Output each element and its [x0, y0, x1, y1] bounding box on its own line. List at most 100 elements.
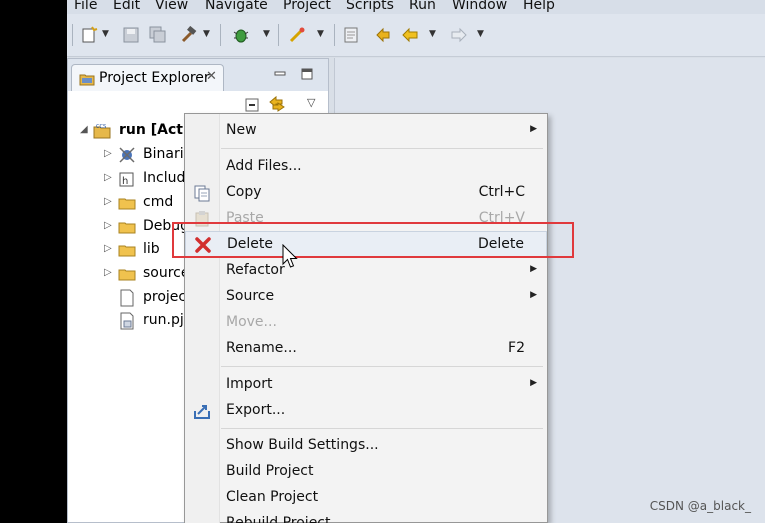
menu-scripts[interactable]: Scripts — [346, 0, 394, 14]
menu-item-move[interactable]: Move... — [185, 310, 547, 336]
debug-dropdown-icon[interactable]: ▼ — [263, 29, 270, 39]
menu-item-export[interactable]: Export... — [185, 398, 547, 424]
view-menu-icon[interactable]: ▽ — [307, 96, 315, 109]
tree-item-label: Includ — [143, 170, 186, 186]
menu-view[interactable]: View — [155, 0, 188, 14]
menu-item-paste[interactable]: Paste Ctrl+V — [185, 206, 547, 232]
build-hammer-icon[interactable] — [180, 26, 198, 44]
tree-item-label: cmd — [143, 194, 174, 210]
minimize-icon[interactable] — [274, 68, 286, 84]
menu-item-source[interactable]: Source ▶ — [185, 284, 547, 310]
menu-item-shortcut: Ctrl+V — [478, 210, 525, 226]
collapsed-arrow-icon[interactable]: ▷ — [104, 220, 112, 231]
menu-item-label: Build Project — [226, 463, 314, 479]
menu-item-label: Paste — [226, 210, 264, 226]
toolbar-separator — [334, 24, 335, 46]
ccs-project-icon: CCS — [93, 122, 111, 140]
flash-icon[interactable] — [288, 26, 306, 44]
menu-item-label: Add Files... — [226, 158, 302, 174]
submenu-arrow-icon: ▶ — [530, 264, 537, 274]
tree-item-label: projec — [143, 289, 187, 305]
project-explorer-icon — [79, 71, 95, 87]
export-icon — [193, 402, 211, 420]
build-dropdown-icon[interactable]: ▼ — [203, 29, 210, 39]
close-icon[interactable]: ✕ — [206, 69, 217, 84]
explorer-tab-bar: Project Explorer ✕ — [68, 59, 328, 91]
menu-item-label: Rename... — [226, 340, 297, 356]
flash-dropdown-icon[interactable]: ▼ — [317, 29, 324, 39]
menu-item-shortcut: Delete — [478, 236, 524, 252]
menu-item-clean-project[interactable]: Clean Project — [185, 485, 547, 511]
menu-item-label: Move... — [226, 314, 277, 330]
menu-item-shortcut: F2 — [508, 340, 525, 356]
menu-item-delete[interactable]: Delete Delete — [185, 231, 547, 257]
folder-icon — [118, 194, 136, 212]
tree-item-label: run [Act — [119, 122, 183, 138]
terminal-icon[interactable] — [342, 26, 360, 44]
context-menu: New ▶ Add Files... Copy Ctrl+C Paste Ctr… — [184, 113, 548, 523]
menu-item-label: Import — [226, 376, 273, 392]
maximize-icon[interactable] — [301, 68, 313, 84]
file-icon — [118, 289, 136, 307]
paste-icon — [193, 210, 211, 228]
menu-file[interactable]: File — [74, 0, 97, 14]
toolbar-separator — [220, 24, 221, 46]
menu-help[interactable]: Help — [523, 0, 555, 14]
collapsed-arrow-icon[interactable]: ▷ — [104, 267, 112, 278]
menu-item-new[interactable]: New ▶ — [185, 118, 547, 144]
includes-icon: h — [118, 170, 136, 188]
collapsed-arrow-icon[interactable]: ▷ — [104, 243, 112, 254]
toolbar-separator — [278, 24, 279, 46]
expanded-arrow-icon[interactable]: ◢ — [80, 124, 88, 135]
menu-project[interactable]: Project — [283, 0, 331, 14]
binaries-icon — [118, 146, 136, 164]
menu-item-label: Clean Project — [226, 489, 319, 505]
menu-item-build-project[interactable]: Build Project — [185, 459, 547, 485]
menu-item-show-build-settings[interactable]: Show Build Settings... — [185, 433, 547, 459]
back-arrow-icon[interactable] — [401, 26, 419, 44]
menu-item-label: Delete — [227, 236, 273, 252]
menu-item-import[interactable]: Import ▶ — [185, 372, 547, 398]
tree-item-label: run.pj — [143, 312, 184, 328]
menu-item-label: Refactor — [226, 262, 285, 278]
menu-separator — [221, 366, 543, 367]
menu-item-rebuild-project[interactable]: Rebuild Project — [185, 511, 547, 523]
svg-text:CCS: CCS — [96, 124, 106, 130]
back-dropdown-icon[interactable]: ▼ — [429, 29, 436, 39]
menu-navigate[interactable]: Navigate — [205, 0, 268, 14]
new-icon[interactable] — [80, 26, 98, 44]
menu-item-add-files[interactable]: Add Files... — [185, 154, 547, 180]
project-explorer-tab[interactable]: Project Explorer ✕ — [71, 64, 224, 91]
menu-window[interactable]: Window — [452, 0, 507, 14]
folder-icon — [118, 241, 136, 259]
menu-bar: File Edit View Navigate Project Scripts … — [67, 0, 765, 14]
menu-item-refactor[interactable]: Refactor ▶ — [185, 258, 547, 284]
delete-icon — [194, 236, 212, 254]
mouse-cursor-icon — [281, 243, 299, 270]
project-explorer-tab-label: Project Explorer — [99, 70, 210, 86]
last-edit-location-icon[interactable] — [374, 26, 392, 44]
menu-item-copy[interactable]: Copy Ctrl+C — [185, 180, 547, 206]
save-all-icon[interactable] — [149, 26, 167, 44]
menu-item-label: New — [226, 122, 257, 138]
menu-separator — [221, 428, 543, 429]
save-icon[interactable] — [122, 26, 140, 44]
collapsed-arrow-icon[interactable]: ▷ — [104, 172, 112, 183]
main-toolbar: ▼ ▼ ▼ ▼ ▼ ▼ — [67, 14, 765, 57]
collapsed-arrow-icon[interactable]: ▷ — [104, 196, 112, 207]
forward-dropdown-icon[interactable]: ▼ — [477, 29, 484, 39]
new-dropdown-icon[interactable]: ▼ — [102, 29, 109, 39]
menu-separator — [221, 148, 543, 149]
tree-item-label: Binari — [143, 146, 184, 162]
ide-window: File Edit View Navigate Project Scripts … — [67, 0, 765, 523]
menu-item-rename[interactable]: Rename... F2 — [185, 336, 547, 362]
menu-item-label: Source — [226, 288, 275, 304]
debug-bug-icon[interactable] — [232, 26, 250, 44]
menu-edit[interactable]: Edit — [113, 0, 140, 14]
menu-item-label: Copy — [226, 184, 262, 200]
submenu-arrow-icon: ▶ — [530, 124, 537, 134]
tree-item-label: source — [143, 265, 190, 281]
collapsed-arrow-icon[interactable]: ▷ — [104, 148, 112, 159]
forward-arrow-icon[interactable] — [450, 26, 468, 44]
menu-run[interactable]: Run — [409, 0, 436, 14]
